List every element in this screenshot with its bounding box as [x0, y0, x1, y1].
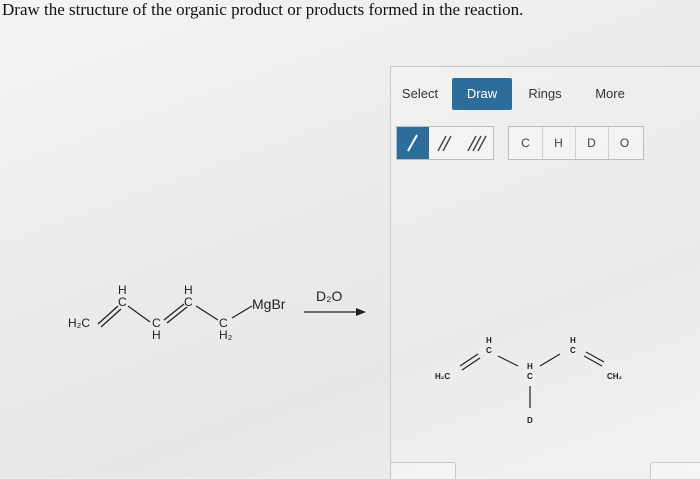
bond-line	[459, 353, 479, 367]
product-h3: H	[570, 336, 576, 345]
product-h2c: H₂C	[435, 372, 451, 381]
bond-line	[497, 355, 519, 367]
product-structure	[459, 351, 605, 408]
bond-line	[461, 357, 481, 371]
bond-line	[583, 355, 603, 367]
bond-line	[585, 351, 605, 363]
product-c1: C	[486, 346, 492, 355]
product-h2: H	[527, 362, 533, 371]
product-h1: H	[486, 336, 492, 345]
bottom-left-control[interactable]	[390, 462, 456, 479]
product-c2: C	[527, 372, 533, 381]
product-d: D	[527, 416, 533, 425]
bottom-right-control[interactable]	[650, 462, 700, 479]
product-ch2: CH₂	[607, 372, 623, 381]
bond-line	[539, 353, 561, 367]
product-c3: C	[570, 346, 576, 355]
